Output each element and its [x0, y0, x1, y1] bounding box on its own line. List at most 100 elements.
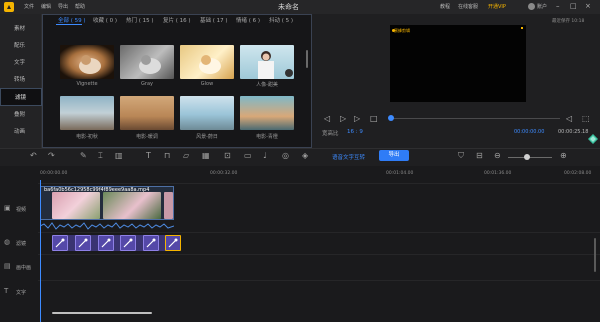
speed-icon[interactable]: ⊡: [224, 151, 231, 160]
avatar[interactable]: [528, 3, 535, 10]
redo-icon[interactable]: ↷: [48, 151, 55, 160]
maximize-icon[interactable]: □: [570, 2, 577, 10]
ruler-tick: 00:00:32.00: [210, 171, 238, 176]
delete-icon[interactable]: ▥: [115, 151, 123, 160]
volume-icon[interactable]: ◁: [566, 114, 572, 123]
timeline-h-scrollbar[interactable]: [52, 312, 152, 314]
filter-clip[interactable]: [98, 235, 114, 251]
rotate-icon[interactable]: ▱: [183, 151, 189, 160]
filter-thumb-portrait-sweet[interactable]: [240, 45, 294, 79]
account-label[interactable]: 账户: [537, 3, 547, 10]
menu-export[interactable]: 导出: [58, 3, 68, 10]
filter-clip-selected[interactable]: [165, 235, 181, 251]
menu-file[interactable]: 文件: [24, 3, 34, 10]
stop-icon[interactable]: □: [370, 114, 378, 123]
close-icon[interactable]: ×: [585, 2, 591, 10]
filter-clip[interactable]: [120, 235, 136, 251]
tab-retro[interactable]: 复片 ( 16 ): [163, 16, 191, 24]
tab-basic[interactable]: 基础 ( 17 ): [200, 16, 228, 24]
ruler-tick: 00:01:04.00: [386, 171, 414, 176]
download-icon[interactable]: [285, 69, 293, 77]
filter-label-film-warm: 电影-暖调: [136, 134, 158, 140]
filter-clip[interactable]: [52, 235, 68, 251]
aspect-ratio-label: 宽高比: [322, 131, 339, 137]
tab-mood[interactable]: 情绪 ( 6 ): [236, 16, 260, 24]
filter-thumb-glow[interactable]: [180, 45, 234, 79]
filter-label-vignette: Vignette: [76, 81, 98, 87]
filter-thumb-film-teal-orange[interactable]: [240, 96, 294, 130]
filter-clip[interactable]: [143, 235, 159, 251]
next-frame-icon[interactable]: ▷: [354, 114, 360, 123]
sidebar-item-filter[interactable]: 滤镜: [0, 88, 42, 106]
app-logo: [4, 2, 14, 12]
sidebar-item-media[interactable]: 素材: [0, 20, 42, 38]
filter-label-film-teal-orange: 电影-青橙: [256, 134, 278, 140]
shield-icon[interactable]: ⛉: [458, 151, 464, 161]
play-icon[interactable]: ▷: [340, 114, 346, 123]
filter-label-portrait-sweet: 人像-甜美: [256, 82, 278, 88]
zoom-out-icon[interactable]: ⊖: [494, 151, 501, 160]
mic-icon[interactable]: ♩: [263, 151, 267, 160]
mosaic-icon[interactable]: ▦: [202, 151, 210, 160]
zoom-slider-handle[interactable]: [524, 154, 530, 160]
tab-favorites[interactable]: 收藏 ( 0 ): [93, 16, 117, 24]
track-divider: [38, 280, 600, 281]
palette-icon[interactable]: ◈: [302, 151, 308, 160]
clip-frame: [52, 192, 100, 219]
filter-thumb-scenery-sun[interactable]: [180, 96, 234, 130]
track-divider: [38, 183, 600, 184]
tab-all[interactable]: 全部 ( 59 ): [58, 16, 86, 24]
watermark-text: 蜜蜂剪辑: [394, 28, 410, 33]
tab-hot[interactable]: 热门 ( 15 ): [126, 16, 154, 24]
filter-label-gray: Gray: [141, 81, 153, 87]
zoom-in-icon[interactable]: ⊕: [560, 151, 567, 160]
track-divider: [38, 232, 600, 233]
minimize-icon[interactable]: –: [556, 2, 560, 10]
zoom-slider-track[interactable]: [508, 157, 552, 158]
color-icon[interactable]: ◎: [282, 151, 289, 160]
export-button[interactable]: 导出: [379, 150, 409, 161]
filter-thumb-film-early-autumn[interactable]: [60, 96, 114, 130]
edit-icon[interactable]: ✎: [80, 151, 87, 160]
menu-help[interactable]: 帮助: [75, 3, 85, 10]
tutorial-link[interactable]: 教程: [440, 3, 450, 10]
sidebar-item-music[interactable]: 配乐: [0, 37, 42, 55]
track-divider: [38, 254, 600, 255]
filter-clip[interactable]: [75, 235, 91, 251]
aspect-ratio-value[interactable]: 16 : 9: [347, 129, 363, 135]
prev-frame-icon[interactable]: ◁: [324, 114, 330, 123]
menu-edit[interactable]: 编辑: [41, 3, 51, 10]
preview-progress-track[interactable]: [390, 118, 560, 119]
tab-shake[interactable]: 抖动 ( 5 ): [269, 16, 293, 24]
sidebar-item-text[interactable]: 文字: [0, 54, 42, 72]
filter-thumb-vignette[interactable]: [60, 45, 114, 79]
support-link[interactable]: 在线客服: [458, 3, 478, 10]
sidebar-item-animation[interactable]: 动画: [0, 123, 42, 141]
track-label-video: 视频: [16, 207, 27, 213]
split-icon[interactable]: ⌶: [98, 151, 103, 161]
filter-label-film-early-autumn: 电影-初秋: [76, 134, 98, 140]
feedback-icon[interactable]: [586, 132, 600, 146]
text-tool-icon[interactable]: T: [146, 151, 151, 160]
fit-icon[interactable]: ⊟: [476, 151, 483, 160]
freeze-icon[interactable]: ▭: [244, 151, 252, 160]
title-bar: [0, 0, 600, 14]
filter-thumb-film-warm[interactable]: [120, 96, 174, 130]
ruler-tick: 00:01:36.00: [484, 171, 512, 176]
panel-scrollbar[interactable]: [306, 50, 308, 68]
fullscreen-icon[interactable]: ⬚: [582, 114, 590, 123]
preview-progress-handle[interactable]: [388, 115, 394, 121]
vip-button[interactable]: 开通VIP: [488, 3, 506, 10]
clip-filename: ba6fa0b56c12958c99f4f89eee9aa8a.mp4: [44, 187, 150, 193]
timeline-v-scrollbar[interactable]: [594, 238, 596, 272]
sidebar-item-overlay[interactable]: 叠附: [0, 106, 42, 124]
speech-to-text-link[interactable]: 语音文字互转: [332, 153, 365, 161]
undo-icon[interactable]: ↶: [30, 151, 37, 160]
total-time: 00:00:25.18: [558, 129, 589, 135]
filter-thumb-gray[interactable]: [120, 45, 174, 79]
filter-label-glow: Glow: [200, 81, 214, 87]
sidebar-item-transition[interactable]: 转场: [0, 71, 42, 89]
playhead[interactable]: [40, 180, 41, 322]
preview-marker: [521, 27, 523, 29]
crop-icon[interactable]: ⊓: [164, 151, 170, 160]
